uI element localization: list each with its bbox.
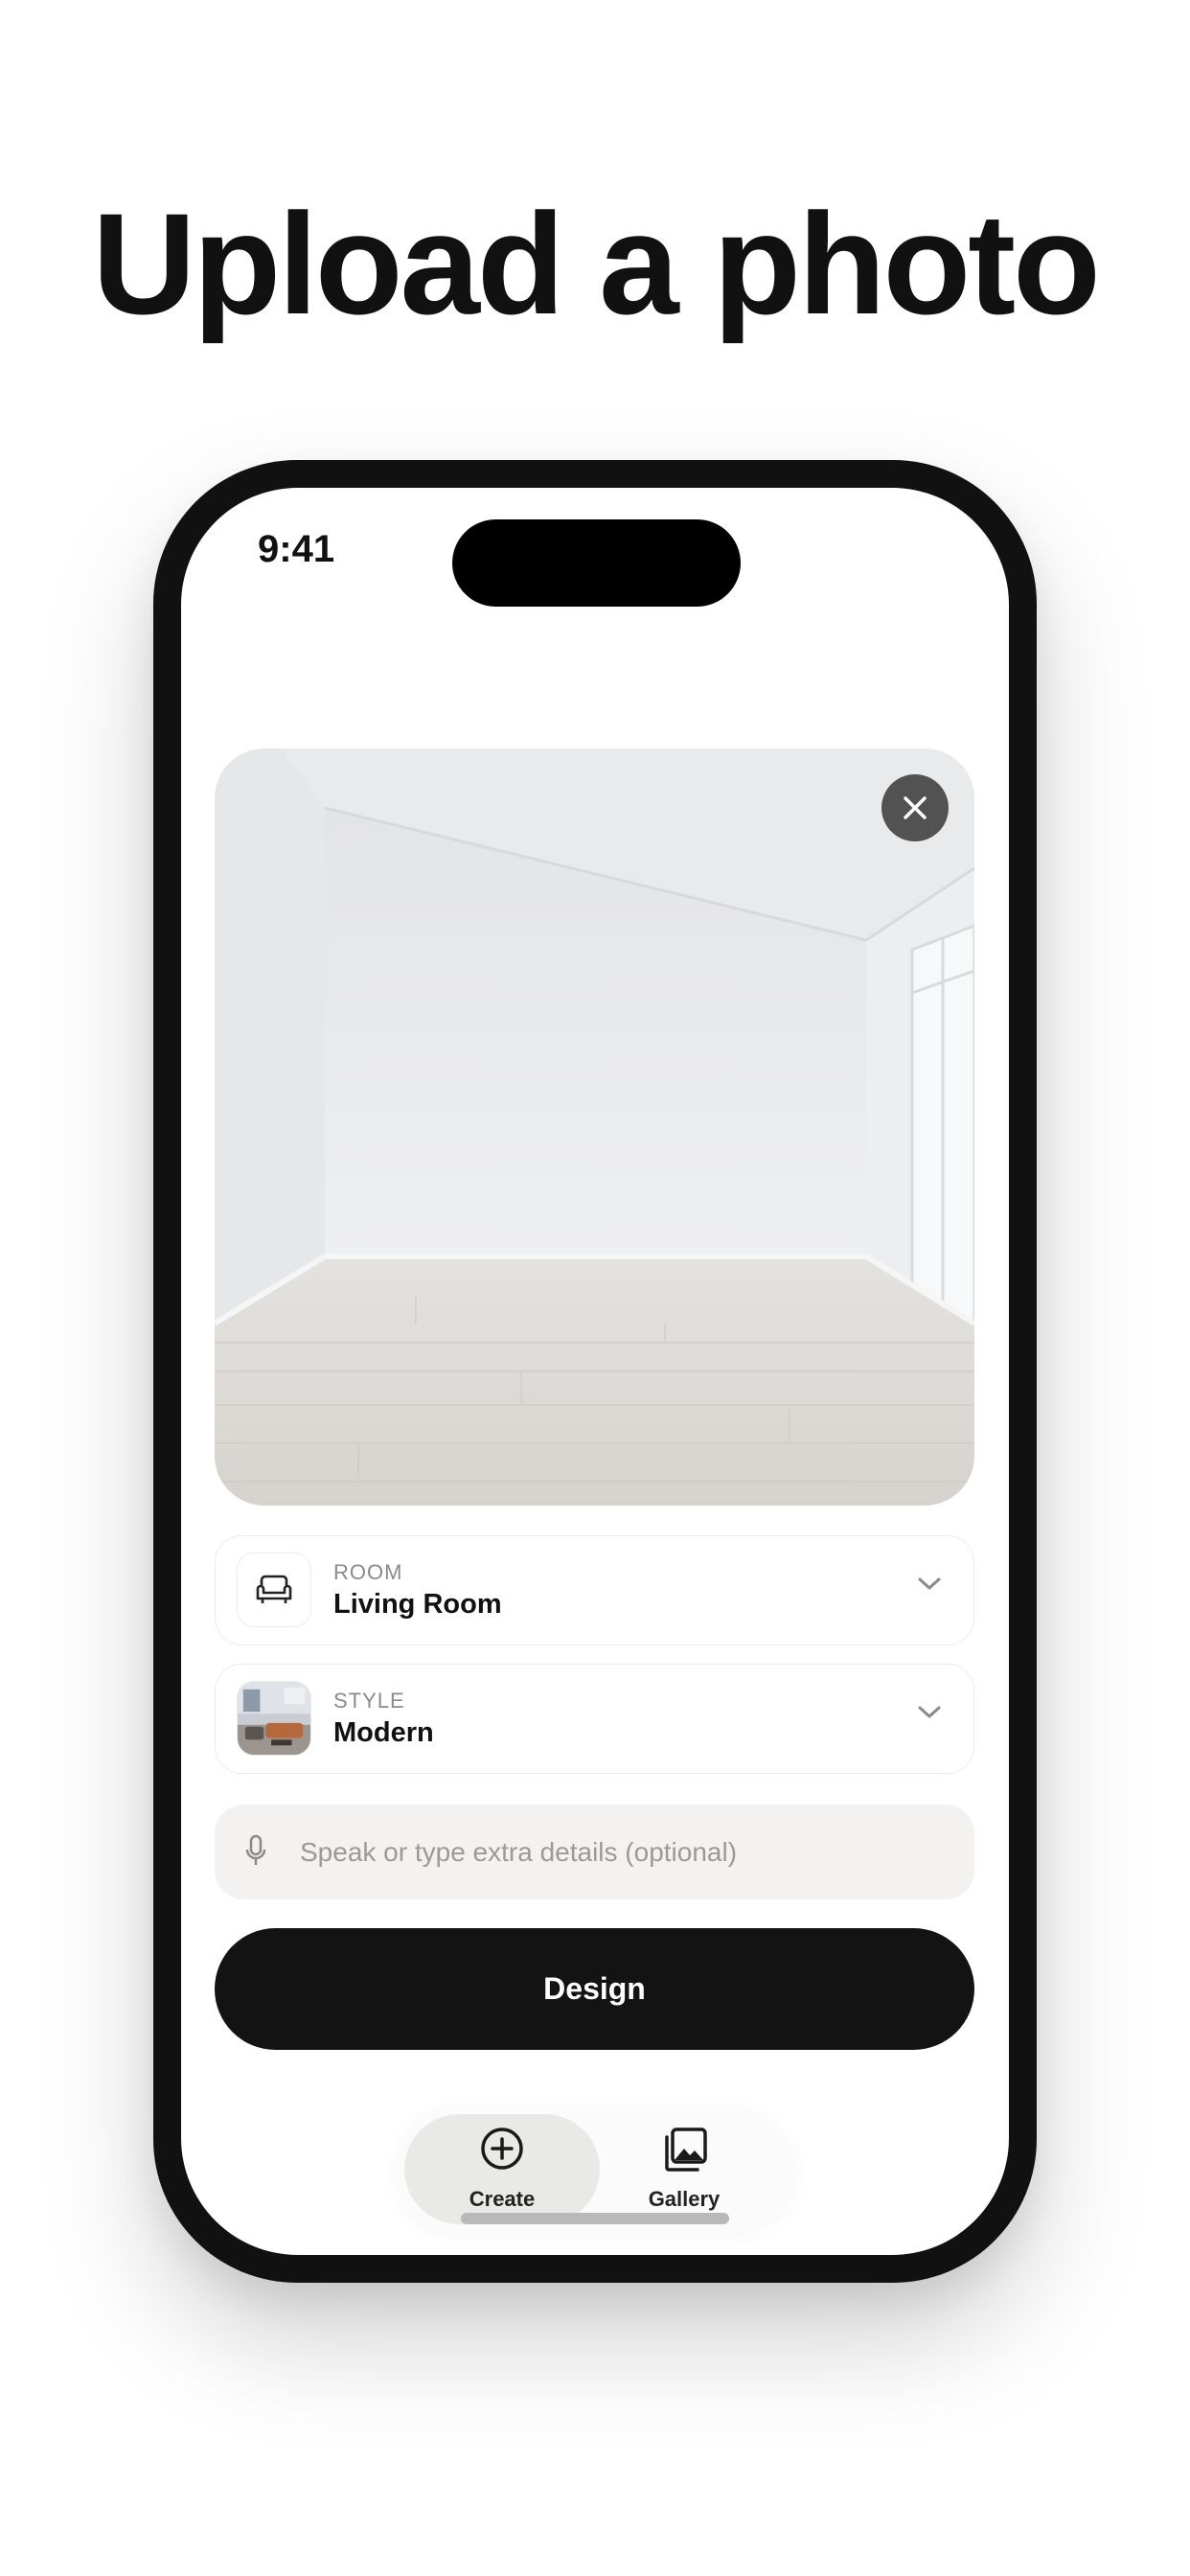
- tab-gallery[interactable]: Gallery: [586, 2114, 782, 2224]
- room-value: Living Room: [333, 1589, 502, 1620]
- phone-screen: 9:41 ROOM Living Room STYLE Modern Speak…: [181, 488, 1009, 2255]
- tab-create-label: Create: [469, 2187, 536, 2211]
- dynamic-island: [452, 519, 741, 607]
- room-photo: [215, 748, 974, 1506]
- sofa-icon: [237, 1552, 311, 1627]
- home-indicator: [461, 2213, 729, 2224]
- room-label: ROOM: [333, 1560, 403, 1584]
- plus-circle-icon: [481, 2128, 523, 2170]
- details-placeholder: Speak or type extra details (optional): [300, 1837, 738, 1867]
- status-time: 9:41: [258, 528, 335, 570]
- empty-room-illustration: [215, 748, 974, 1506]
- tab-create[interactable]: Create: [404, 2114, 600, 2224]
- remove-photo-button[interactable]: [881, 774, 949, 841]
- design-button[interactable]: Design: [215, 1928, 974, 2050]
- chevron-down-icon: [918, 1577, 941, 1590]
- close-icon: [904, 796, 927, 819]
- gallery-icon: [665, 2128, 707, 2172]
- style-thumbnail: [237, 1681, 311, 1756]
- phone-frame: 9:41 ROOM Living Room STYLE Modern Speak…: [153, 460, 1037, 2283]
- chevron-down-icon: [918, 1706, 941, 1718]
- style-value: Modern: [333, 1717, 434, 1748]
- room-select[interactable]: ROOM Living Room: [215, 1535, 974, 1645]
- tab-gallery-label: Gallery: [648, 2187, 721, 2211]
- details-input[interactable]: Speak or type extra details (optional): [215, 1805, 974, 1899]
- microphone-icon[interactable]: [245, 1834, 266, 1869]
- headline: Upload a photo: [92, 183, 1101, 344]
- style-select[interactable]: STYLE Modern: [215, 1664, 974, 1774]
- style-label: STYLE: [333, 1689, 405, 1713]
